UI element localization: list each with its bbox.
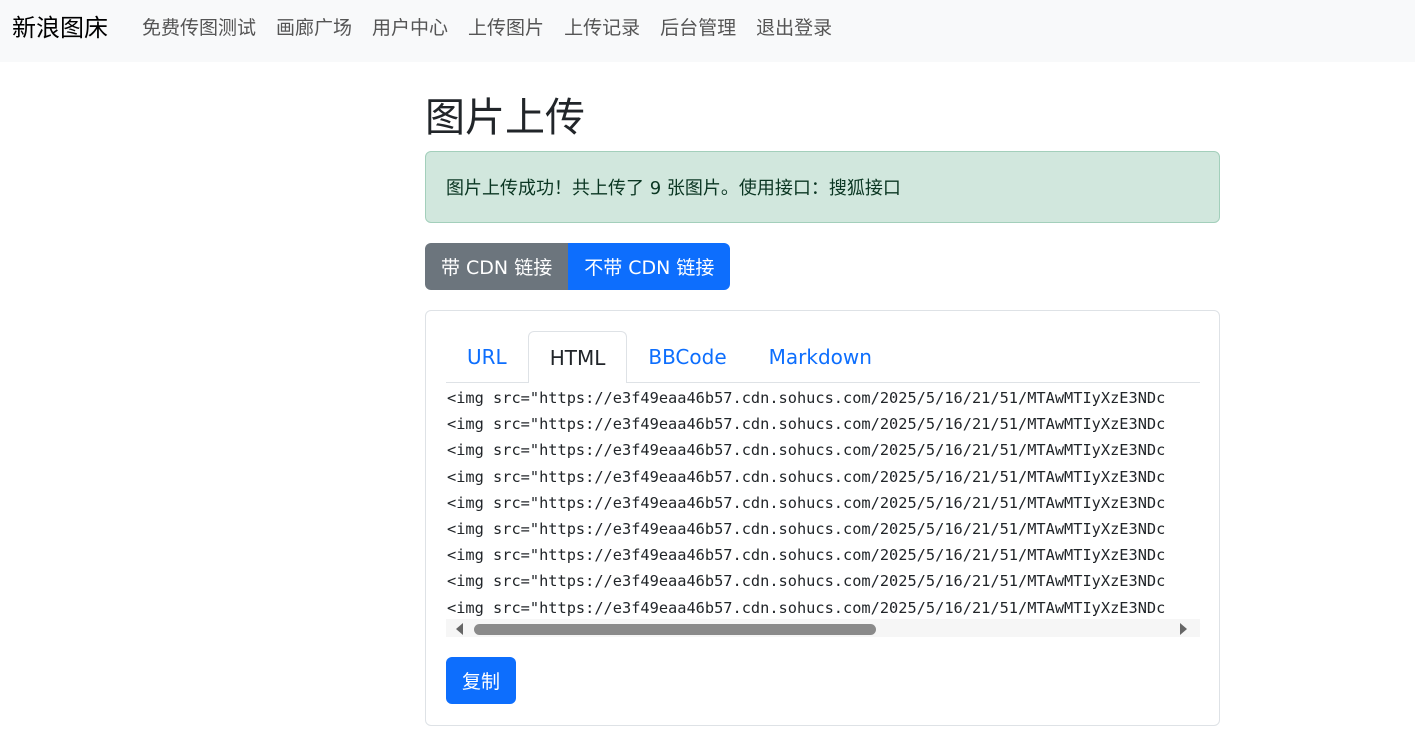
tab-bbcode[interactable]: BBCode	[627, 331, 747, 383]
output-card: URL HTML BBCode Markdown <img src="https…	[425, 310, 1220, 726]
page-title: 图片上传	[425, 95, 585, 141]
tab-markdown[interactable]: Markdown	[748, 331, 893, 383]
without-cdn-button[interactable]: 不带 CDN 链接	[568, 243, 731, 290]
code-line: <img src="https://e3f49eaa46b57.cdn.sohu…	[447, 572, 1166, 591]
success-alert-text: 图片上传成功！共上传了 9 张图片。使用接口：搜狐接口	[446, 178, 901, 199]
scrollbar-thumb[interactable]	[474, 624, 876, 635]
code-line: <img src="https://e3f49eaa46b57.cdn.sohu…	[447, 546, 1166, 565]
code-line: <img src="https://e3f49eaa46b57.cdn.sohu…	[447, 467, 1166, 486]
code-line: <img src="https://e3f49eaa46b57.cdn.sohu…	[447, 598, 1166, 617]
nav-link-upload-history[interactable]: 上传记录	[564, 16, 640, 40]
code-line: <img src="https://e3f49eaa46b57.cdn.sohu…	[447, 389, 1166, 407]
code-lines: <img src="https://e3f49eaa46b57.cdn.sohu…	[447, 385, 1200, 617]
brand-link[interactable]: 新浪图床	[12, 12, 108, 44]
nav-links: 免费传图测试 画廊广场 用户中心 上传图片 上传记录 后台管理 退出登录	[142, 16, 852, 40]
code-line: <img src="https://e3f49eaa46b57.cdn.sohu…	[447, 520, 1166, 539]
tab-html[interactable]: HTML	[527, 331, 628, 384]
link-mode-toggle: 带 CDN 链接 不带 CDN 链接	[425, 243, 731, 290]
format-tabs: URL HTML BBCode Markdown	[446, 331, 1200, 384]
scroll-right-arrow-icon[interactable]	[1180, 623, 1187, 635]
copy-button[interactable]: 复制	[446, 657, 517, 704]
nav-link-gallery[interactable]: 画廊广场	[276, 16, 352, 40]
nav-link-upload-image[interactable]: 上传图片	[468, 16, 544, 40]
nav-link-user-center[interactable]: 用户中心	[372, 16, 448, 40]
nav-link-admin[interactable]: 后台管理	[660, 16, 736, 40]
nav-link-free-upload-test[interactable]: 免费传图测试	[142, 16, 256, 40]
top-navbar: 新浪图床 免费传图测试 画廊广场 用户中心 上传图片 上传记录 后台管理 退出登…	[0, 0, 1415, 62]
with-cdn-button[interactable]: 带 CDN 链接	[425, 243, 569, 290]
tab-url[interactable]: URL	[446, 331, 528, 383]
nav-link-logout[interactable]: 退出登录	[756, 16, 832, 40]
code-line: <img src="https://e3f49eaa46b57.cdn.sohu…	[447, 493, 1166, 512]
success-alert: 图片上传成功！共上传了 9 张图片。使用接口：搜狐接口	[425, 151, 1220, 223]
html-code-output[interactable]: <img src="https://e3f49eaa46b57.cdn.sohu…	[446, 383, 1200, 637]
scroll-left-arrow-icon[interactable]	[456, 623, 463, 635]
code-line: <img src="https://e3f49eaa46b57.cdn.sohu…	[447, 415, 1166, 434]
code-line: <img src="https://e3f49eaa46b57.cdn.sohu…	[447, 441, 1166, 460]
horizontal-scrollbar[interactable]	[446, 619, 1200, 637]
